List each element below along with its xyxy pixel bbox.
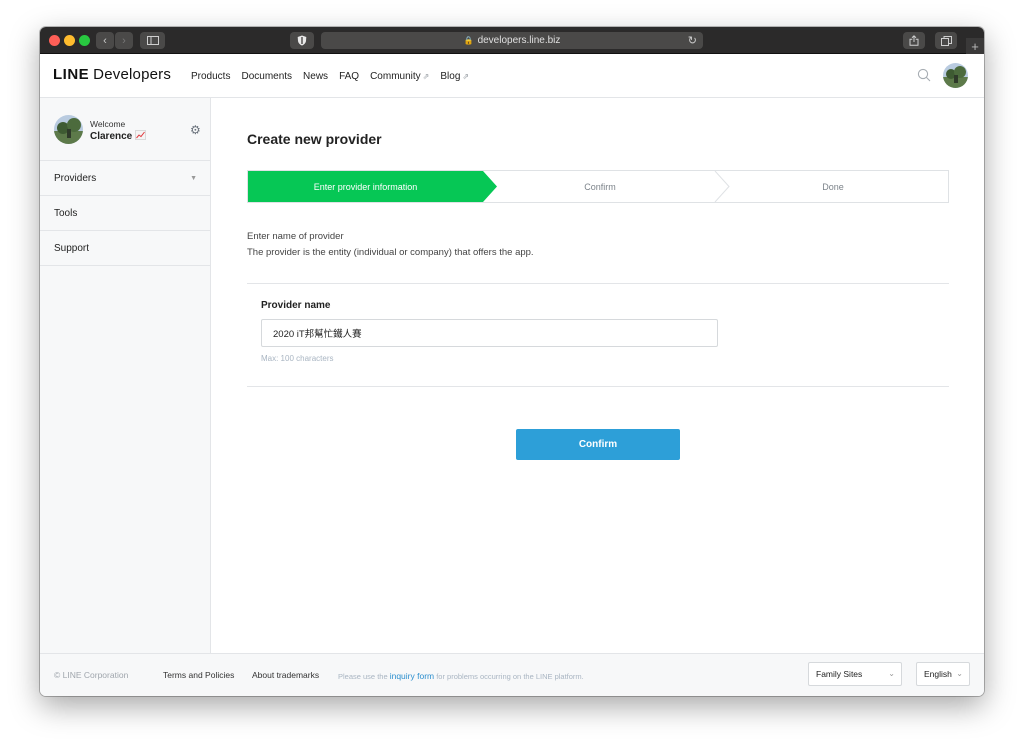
- privacy-report-icon[interactable]: [290, 32, 314, 49]
- site-header: LINE Developers Products Documents News F…: [40, 54, 984, 98]
- profile-section: Welcome Clarence ⚙: [40, 98, 210, 161]
- terms-link[interactable]: Terms and Policies: [163, 670, 234, 680]
- inquiry-form-link[interactable]: inquiry form: [390, 671, 434, 681]
- sidebar-item-support[interactable]: Support: [40, 231, 210, 266]
- back-icon[interactable]: ‹: [96, 32, 114, 49]
- reload-icon[interactable]: ↻: [688, 34, 697, 47]
- username: Clarence: [90, 130, 147, 142]
- progress-stepper: Enter provider information Confirm Done: [247, 170, 949, 203]
- tab-overview-icon[interactable]: [935, 32, 957, 49]
- nav-news[interactable]: News: [303, 71, 328, 82]
- step-confirm: Confirm: [584, 181, 616, 192]
- step-done: Done: [822, 181, 844, 192]
- user-avatar[interactable]: [943, 63, 968, 88]
- url-text: developers.line.biz: [477, 35, 561, 46]
- close-window-button[interactable]: [49, 35, 60, 46]
- site-footer: © LINE Corporation Terms and Policies Ab…: [40, 653, 984, 696]
- provider-name-label: Provider name: [261, 300, 331, 311]
- sidebar-toggle-icon[interactable]: [140, 32, 165, 49]
- sidebar-item-providers[interactable]: Providers ▼: [40, 161, 210, 196]
- chevron-down-icon: ⌄: [956, 669, 963, 678]
- provider-name-input[interactable]: 2020 iT邦幫忙鐵人賽: [261, 319, 718, 347]
- nav-faq[interactable]: FAQ: [339, 71, 359, 82]
- nav-documents[interactable]: Documents: [241, 71, 292, 82]
- copyright-text: © LINE Corporation: [54, 670, 129, 680]
- search-icon[interactable]: [917, 68, 931, 82]
- language-select[interactable]: English ⌄: [916, 662, 970, 686]
- left-sidebar: Welcome Clarence ⚙ Providers ▼ Tools Supp…: [40, 98, 211, 653]
- page-title: Create new provider: [247, 131, 382, 147]
- forward-icon[interactable]: ›: [115, 32, 133, 49]
- address-bar[interactable]: 🔒 developers.line.biz ↻: [321, 32, 703, 49]
- main-content: Create new provider Enter provider infor…: [212, 98, 984, 653]
- line-developers-logo[interactable]: LINE Developers: [53, 66, 171, 83]
- avatar: [54, 115, 83, 144]
- divider: [247, 283, 949, 284]
- sidebar-item-tools[interactable]: Tools: [40, 196, 210, 231]
- nav-blog[interactable]: Blog ⇗: [440, 71, 469, 82]
- provider-description: Enter name of provider The provider is t…: [247, 231, 534, 258]
- inquiry-note: Please use the inquiry form for problems…: [338, 671, 584, 681]
- chevron-down-icon: ⌄: [888, 669, 895, 678]
- nav-community[interactable]: Community ⇗: [370, 71, 429, 82]
- confirm-button[interactable]: Confirm: [516, 429, 680, 460]
- external-link-icon: ⇗: [462, 72, 470, 81]
- welcome-text: Welcome: [90, 119, 126, 129]
- minimize-window-button[interactable]: [64, 35, 75, 46]
- share-icon[interactable]: [903, 32, 925, 49]
- nav-products[interactable]: Products: [191, 71, 230, 82]
- top-navigation: Products Documents News FAQ Community ⇗ B…: [191, 71, 469, 82]
- family-sites-select[interactable]: Family Sites ⌄: [808, 662, 902, 686]
- chevron-down-icon: ▼: [190, 175, 197, 182]
- new-tab-icon[interactable]: +: [966, 38, 984, 54]
- provider-name-hint: Max: 100 characters: [261, 354, 334, 363]
- gear-icon[interactable]: ⚙: [190, 123, 201, 137]
- browser-window: ‹ › 🔒 developers.line.biz ↻ + LINE Develo…: [40, 27, 984, 696]
- external-link-icon: ⇗: [422, 72, 430, 81]
- browser-toolbar: ‹ › 🔒 developers.line.biz ↻ +: [40, 27, 984, 54]
- chart-increasing-icon: [135, 130, 147, 140]
- trademarks-link[interactable]: About trademarks: [252, 670, 319, 680]
- lock-icon: 🔒: [463, 36, 474, 45]
- step-enter-info: Enter provider information: [313, 181, 418, 192]
- divider: [247, 386, 949, 387]
- zoom-window-button[interactable]: [79, 35, 90, 46]
